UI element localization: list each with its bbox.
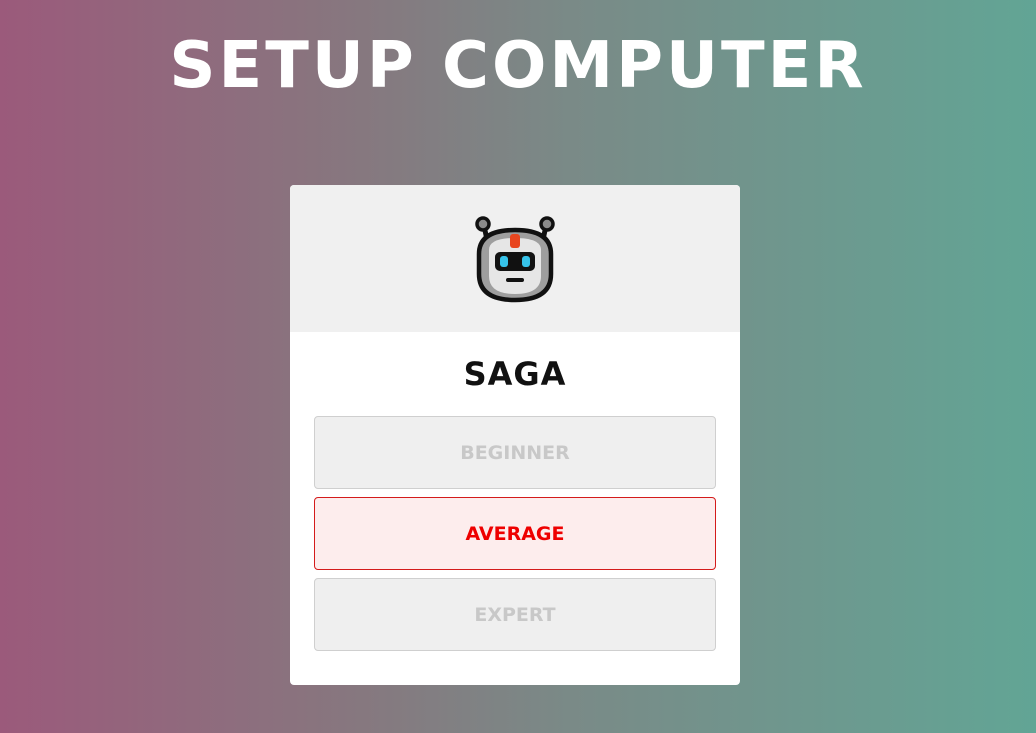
difficulty-expert-button[interactable]: EXPERT xyxy=(314,578,716,651)
opponent-name: SAGA xyxy=(463,355,567,393)
page-title: SETUP COMPUTER xyxy=(169,29,867,103)
difficulty-average-button[interactable]: AVERAGE xyxy=(314,497,716,570)
difficulty-options: BEGINNER AVERAGE EXPERT xyxy=(290,416,740,651)
robot-icon xyxy=(471,214,559,304)
difficulty-beginner-button[interactable]: BEGINNER xyxy=(314,416,716,489)
card-header xyxy=(290,185,740,332)
opponent-card: SAGA BEGINNER AVERAGE EXPERT xyxy=(290,185,740,685)
